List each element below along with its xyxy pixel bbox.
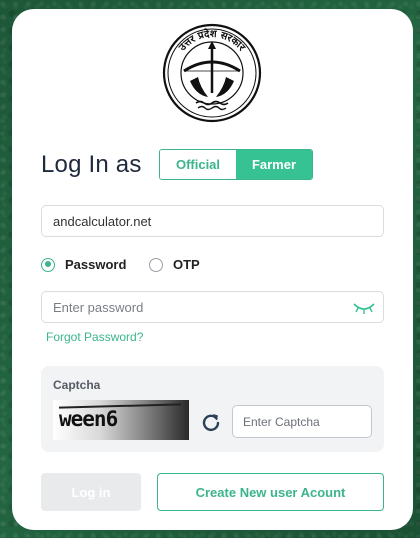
login-button[interactable]: Log in: [41, 473, 141, 511]
password-input[interactable]: Enter password: [41, 291, 384, 323]
page-title: Log In as: [41, 151, 142, 178]
captcha-label: Captcha: [53, 378, 101, 392]
forgot-password-link[interactable]: Forgot Password?: [46, 330, 143, 344]
captcha-panel: Captcha ween6 Enter Captcha: [41, 366, 384, 452]
password-radio[interactable]: Password: [41, 257, 126, 272]
captcha-input-placeholder: Enter Captcha: [243, 414, 320, 429]
password-placeholder: Enter password: [53, 299, 144, 315]
role-official-button[interactable]: Official: [160, 150, 236, 179]
captcha-text: ween6: [59, 407, 118, 431]
otp-radio[interactable]: OTP: [149, 257, 200, 272]
eye-closed-icon[interactable]: [353, 302, 375, 314]
captcha-image: ween6: [53, 400, 189, 440]
up-government-emblem-icon: उत्तर प्रदेश सरकार: [162, 23, 262, 123]
username-input[interactable]: andcalculator.net: [41, 205, 384, 237]
auth-mode-radio-group: Password OTP: [41, 257, 341, 277]
radio-selected-icon: [41, 257, 55, 272]
role-toggle: Official Farmer: [159, 149, 313, 180]
create-account-button[interactable]: Create New user Acount: [157, 473, 384, 511]
refresh-icon[interactable]: [201, 412, 221, 432]
password-radio-label: Password: [65, 257, 127, 272]
login-card: उत्तर प्रदेश सरकार Log In as Official Fa…: [12, 9, 413, 530]
login-role-row: Log In as Official Farmer: [41, 149, 401, 181]
radio-unselected-icon: [149, 257, 163, 272]
otp-radio-label: OTP: [173, 257, 200, 272]
role-farmer-button[interactable]: Farmer: [236, 150, 312, 179]
captcha-input[interactable]: Enter Captcha: [232, 405, 372, 438]
